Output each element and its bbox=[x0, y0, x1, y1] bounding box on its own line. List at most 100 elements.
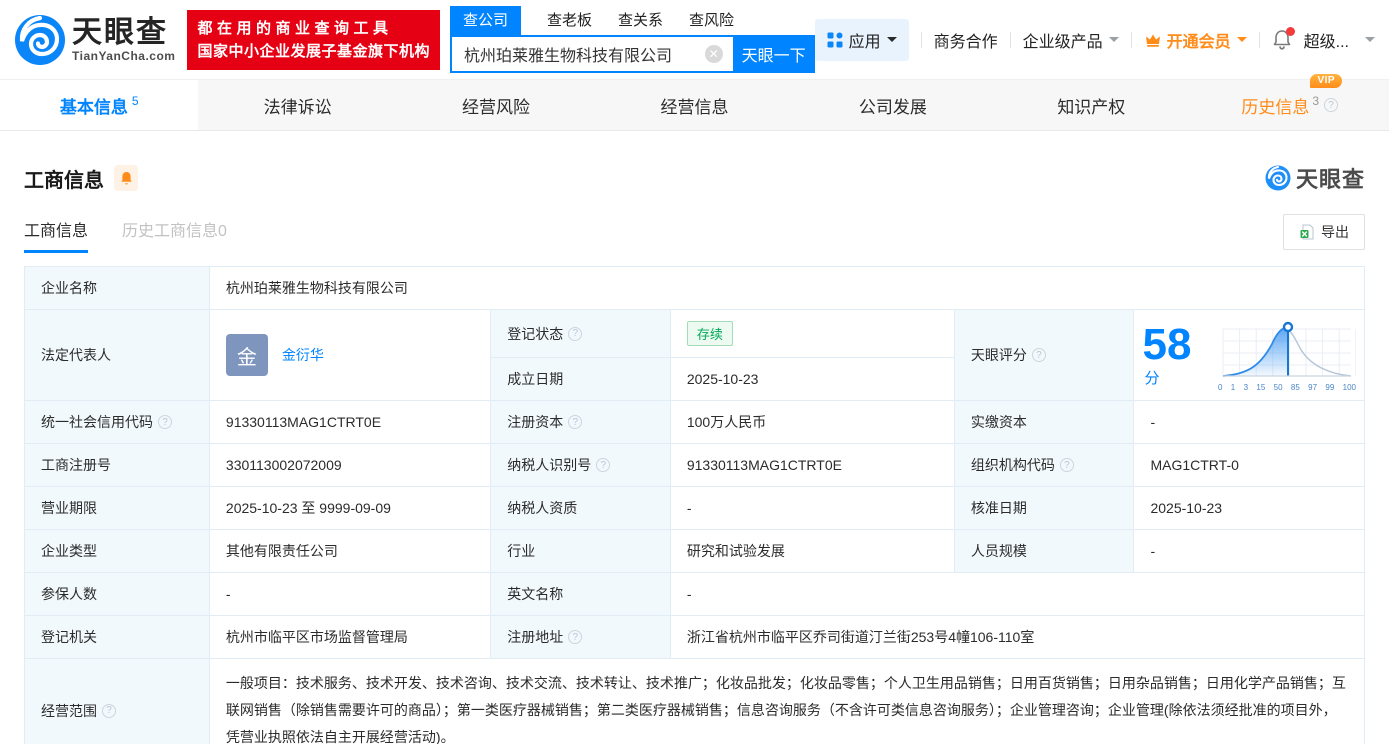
divider bbox=[920, 31, 922, 48]
search-button[interactable]: 天眼一下 bbox=[732, 35, 815, 73]
tab-history-info[interactable]: VIP 历史信息 3 bbox=[1191, 73, 1389, 130]
export-button[interactable]: 导出 bbox=[1283, 214, 1365, 250]
staff-size-label: 人员规模 bbox=[953, 529, 1135, 573]
vip-badge: VIP bbox=[1310, 73, 1343, 88]
nav-apps[interactable]: 应用 bbox=[814, 18, 909, 61]
staff-size-value: - bbox=[1133, 529, 1365, 573]
bell-curve-chart bbox=[1222, 321, 1357, 377]
tianyancha-logo-icon bbox=[15, 14, 65, 65]
establish-date-value: 2025-10-23 bbox=[669, 357, 955, 401]
table-row: 企业名称 杭州珀莱雅生物科技有限公司 bbox=[24, 266, 1366, 310]
table-row: 企业类型 其他有限责任公司 行业 研究和试验发展 人员规模 - bbox=[24, 529, 1365, 573]
nav-apps-label: 应用 bbox=[848, 33, 881, 51]
business-term-value: 2025-10-23 至 9999-09-09 bbox=[208, 486, 492, 530]
company-type-value: 其他有限责任公司 bbox=[208, 529, 492, 573]
search-tab-relation[interactable]: 查关系 bbox=[618, 6, 663, 35]
tab-basic-info-count: 5 bbox=[131, 94, 139, 108]
tab-basic-info-label: 基本信息 bbox=[59, 97, 128, 117]
tab-company-development[interactable]: 公司发展 bbox=[794, 80, 992, 130]
help-icon[interactable] bbox=[596, 458, 611, 472]
tab-basic-info[interactable]: 基本信息 5 bbox=[0, 80, 199, 130]
taxpayer-quality-value: - bbox=[669, 486, 955, 530]
brand-name: 天眼查 bbox=[72, 15, 168, 49]
search-tab-company[interactable]: 查公司 bbox=[450, 6, 522, 35]
help-icon[interactable] bbox=[1324, 98, 1339, 112]
nav-cooperation[interactable]: 商务合作 bbox=[934, 28, 998, 52]
chevron-down-icon bbox=[1236, 37, 1247, 42]
credit-code-value: 91330113MAG1CTRT0E bbox=[208, 400, 492, 444]
reg-number-value: 330113002072009 bbox=[208, 443, 492, 487]
table-row: 工商注册号 330113002072009 纳税人识别号 91330113MAG… bbox=[24, 443, 1365, 487]
taxpayer-id-value: 91330113MAG1CTRT0E bbox=[669, 443, 955, 487]
table-row: 法定代表人 金 金衍华 登记状态 存续 天眼评分 58分 bbox=[24, 309, 1365, 401]
legal-rep-link[interactable]: 金衍华 bbox=[282, 345, 324, 365]
table-row: 登记机关 杭州市临平区市场监督管理局 注册地址 浙江省杭州市临平区乔司街道汀兰街… bbox=[24, 615, 1366, 659]
search-input[interactable] bbox=[450, 35, 733, 73]
score-value: 58 bbox=[1142, 319, 1192, 369]
chevron-down-icon bbox=[886, 37, 897, 42]
tab-history-info-count: 3 bbox=[1312, 94, 1320, 108]
business-term-label: 营业期限 bbox=[24, 486, 210, 530]
english-name-value: - bbox=[669, 572, 1366, 616]
monitor-bell-button[interactable] bbox=[114, 165, 138, 191]
help-icon[interactable] bbox=[1059, 458, 1074, 472]
tab-intellectual-property[interactable]: 知识产权 bbox=[992, 80, 1190, 130]
subtab-history-registration[interactable]: 历史工商信息0 bbox=[122, 217, 227, 253]
industry-value: 研究和试验发展 bbox=[669, 529, 955, 573]
subtab-business-registration[interactable]: 工商信息 bbox=[24, 217, 89, 253]
credit-code-label: 统一社会信用代码 bbox=[24, 400, 210, 444]
reg-capital-label: 注册资本 bbox=[490, 400, 671, 444]
reg-status-label: 登记状态 bbox=[490, 309, 671, 358]
promo-banner: 都在用的商业查询工具 国家中小企业发展子基金旗下机构 bbox=[187, 9, 440, 70]
help-icon[interactable] bbox=[158, 415, 172, 429]
table-row: 经营范围 一般项目：技术服务、技术开发、技术咨询、技术交流、技术转让、技术推广；… bbox=[24, 658, 1366, 744]
nav-super-vip[interactable]: 超级... bbox=[1304, 28, 1349, 52]
score-axis-ticks: 01 3 15 50 85 97 99 100 bbox=[1218, 382, 1356, 392]
avatar[interactable]: 金 bbox=[225, 334, 268, 376]
tab-company-development-label: 公司发展 bbox=[858, 97, 927, 117]
tab-legal[interactable]: 法律诉讼 bbox=[198, 80, 396, 130]
notification-bell[interactable] bbox=[1272, 26, 1295, 51]
nav-open-vip[interactable]: 开通会员 bbox=[1144, 28, 1247, 52]
company-type-label: 企业类型 bbox=[24, 529, 210, 573]
tab-business-info-label: 经营信息 bbox=[660, 97, 729, 117]
tab-business-info[interactable]: 经营信息 bbox=[595, 80, 793, 130]
taxpayer-id-label: 纳税人识别号 bbox=[490, 443, 671, 487]
legal-rep-label: 法定代表人 bbox=[24, 309, 210, 401]
crown-icon bbox=[1145, 34, 1160, 47]
business-info-table: 企业名称 杭州珀莱雅生物科技有限公司 法定代表人 金 金衍华 登记状态 存续 天… bbox=[24, 266, 1366, 744]
excel-icon bbox=[1300, 224, 1314, 240]
search-tab-risk[interactable]: 查风险 bbox=[689, 6, 734, 35]
help-icon[interactable] bbox=[568, 630, 583, 644]
nav-enterprise[interactable]: 企业级产品 bbox=[1023, 28, 1119, 52]
paid-capital-label: 实缴资本 bbox=[953, 400, 1135, 444]
watermark-text: 天眼查 bbox=[1295, 167, 1365, 192]
help-icon[interactable] bbox=[102, 703, 116, 718]
chevron-down-icon[interactable] bbox=[1365, 37, 1375, 42]
search-tabs: 查公司 查老板 查关系 查风险 bbox=[450, 6, 815, 35]
org-code-value: MAG1CTRT-0 bbox=[1133, 443, 1365, 487]
taxpayer-quality-label: 纳税人资质 bbox=[490, 486, 671, 530]
export-label: 导出 bbox=[1321, 224, 1349, 240]
insured-count-label: 参保人数 bbox=[24, 572, 210, 616]
brand-domain: TianYanCha.com bbox=[72, 48, 176, 63]
reg-authority-value: 杭州市临平区市场监督管理局 bbox=[208, 615, 492, 659]
orange-bell-icon bbox=[120, 171, 132, 185]
tianyancha-logo[interactable]: 天眼查 TianYanCha.com bbox=[14, 14, 175, 66]
tianyancha-watermark: 天眼查 bbox=[1265, 162, 1365, 194]
paid-capital-value: - bbox=[1133, 400, 1365, 444]
approval-date-value: 2025-10-23 bbox=[1133, 486, 1365, 530]
help-icon[interactable] bbox=[1031, 348, 1046, 362]
promo-line1: 都在用的商业查询工具 bbox=[197, 19, 393, 37]
nav-super-vip-label: 超级... bbox=[1303, 33, 1349, 51]
table-row: 营业期限 2025-10-23 至 9999-09-09 纳税人资质 - 核准日… bbox=[24, 486, 1365, 530]
search-tab-boss[interactable]: 查老板 bbox=[547, 6, 592, 35]
help-icon[interactable] bbox=[568, 326, 583, 341]
help-icon[interactable] bbox=[568, 415, 583, 429]
watermark-logo-icon bbox=[1265, 165, 1291, 191]
tab-operating-risk[interactable]: 经营风险 bbox=[397, 80, 595, 130]
apps-grid-icon bbox=[827, 32, 843, 47]
score-cell: 58分 0 1 3 15 50 85 97 99 100 bbox=[1133, 309, 1365, 401]
clear-search-icon[interactable] bbox=[704, 45, 723, 63]
legal-rep-cell: 金 金衍华 bbox=[208, 309, 492, 401]
